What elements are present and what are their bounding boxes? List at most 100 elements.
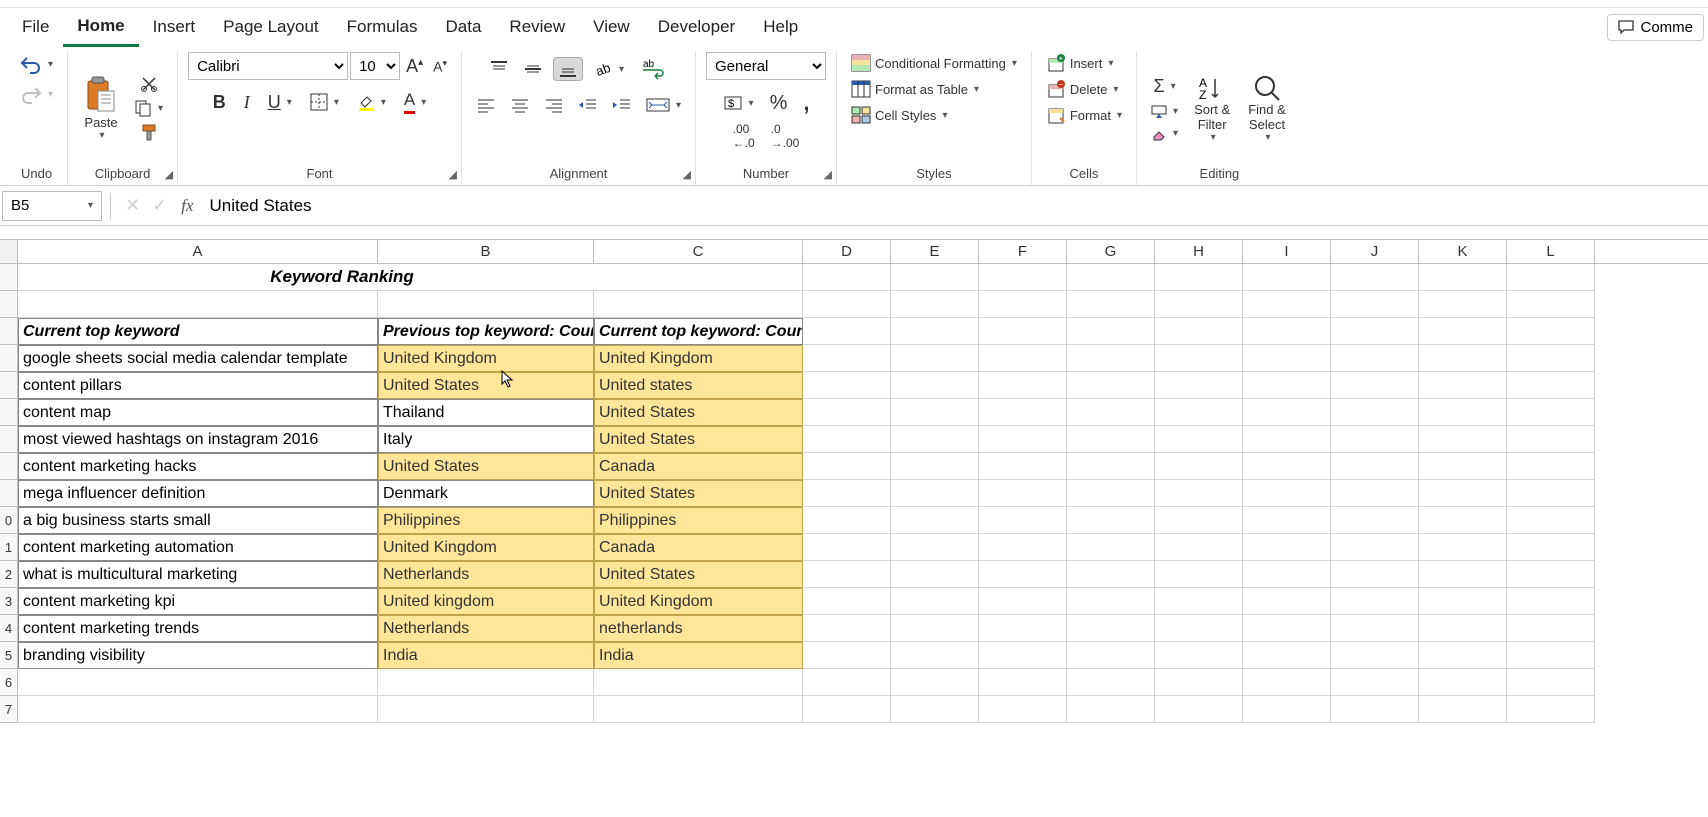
- cell[interactable]: [1507, 696, 1595, 723]
- cell[interactable]: [1155, 696, 1243, 723]
- cell[interactable]: [803, 345, 891, 372]
- cell[interactable]: [1155, 588, 1243, 615]
- cell[interactable]: [979, 534, 1067, 561]
- row-header[interactable]: 7: [0, 696, 18, 723]
- copy-button[interactable]: ▾: [130, 97, 167, 119]
- cell[interactable]: [1331, 534, 1419, 561]
- cell[interactable]: [1243, 507, 1331, 534]
- font-size-select[interactable]: 10: [350, 52, 400, 80]
- wrap-text-button[interactable]: ab: [634, 52, 672, 86]
- cell[interactable]: [1155, 561, 1243, 588]
- row-header[interactable]: 3: [0, 588, 18, 615]
- cell[interactable]: content marketing hacks: [18, 453, 378, 480]
- align-middle-button[interactable]: [519, 58, 547, 80]
- cell[interactable]: [979, 264, 1067, 291]
- tab-help[interactable]: Help: [749, 9, 812, 45]
- cell[interactable]: netherlands: [594, 615, 803, 642]
- cell[interactable]: [1243, 372, 1331, 399]
- cell[interactable]: [1507, 507, 1595, 534]
- cell[interactable]: [1331, 399, 1419, 426]
- tab-page-layout[interactable]: Page Layout: [209, 9, 332, 45]
- align-bottom-button[interactable]: [553, 57, 583, 81]
- cell[interactable]: [1331, 318, 1419, 345]
- increase-decimal-button[interactable]: .00←.0: [729, 120, 759, 152]
- cell[interactable]: [891, 345, 979, 372]
- column-header-I[interactable]: I: [1243, 240, 1331, 263]
- cell[interactable]: [1331, 669, 1419, 696]
- decrease-font-button[interactable]: A▾: [429, 56, 451, 77]
- cell[interactable]: [1067, 291, 1155, 318]
- cell[interactable]: [1507, 318, 1595, 345]
- cell[interactable]: [979, 345, 1067, 372]
- cell[interactable]: [1331, 696, 1419, 723]
- cell[interactable]: [1507, 480, 1595, 507]
- cell[interactable]: [891, 642, 979, 669]
- cell[interactable]: United States: [594, 561, 803, 588]
- cell[interactable]: Philippines: [594, 507, 803, 534]
- column-header-E[interactable]: E: [891, 240, 979, 263]
- cell[interactable]: Keyword Ranking: [18, 264, 803, 291]
- cell[interactable]: [1331, 480, 1419, 507]
- fill-color-button[interactable]: ▾: [353, 91, 390, 113]
- bold-button[interactable]: B: [209, 90, 230, 115]
- tab-review[interactable]: Review: [495, 9, 579, 45]
- align-right-button[interactable]: [540, 95, 568, 115]
- cell[interactable]: [1155, 264, 1243, 291]
- cell[interactable]: [1067, 426, 1155, 453]
- cell[interactable]: United states: [594, 372, 803, 399]
- cell[interactable]: [18, 696, 378, 723]
- cell[interactable]: [1067, 318, 1155, 345]
- paste-button[interactable]: Paste ▾: [78, 71, 124, 145]
- cell[interactable]: [1419, 615, 1507, 642]
- cell[interactable]: [1243, 615, 1331, 642]
- row-header[interactable]: [0, 399, 18, 426]
- cell[interactable]: [891, 426, 979, 453]
- row-header[interactable]: 5: [0, 642, 18, 669]
- cell[interactable]: [1243, 480, 1331, 507]
- cell[interactable]: [1155, 642, 1243, 669]
- cell[interactable]: Philippines: [378, 507, 594, 534]
- cell[interactable]: [1419, 426, 1507, 453]
- cell[interactable]: United Kingdom: [378, 534, 594, 561]
- cell[interactable]: United States: [378, 453, 594, 480]
- row-header[interactable]: [0, 291, 18, 318]
- cell[interactable]: content marketing trends: [18, 615, 378, 642]
- cell[interactable]: [1243, 345, 1331, 372]
- cell[interactable]: [1331, 291, 1419, 318]
- cell[interactable]: mega influencer definition: [18, 480, 378, 507]
- cell[interactable]: [979, 480, 1067, 507]
- cell[interactable]: [979, 291, 1067, 318]
- cell[interactable]: [891, 561, 979, 588]
- clipboard-launcher[interactable]: ◢: [165, 168, 173, 181]
- cell[interactable]: [1155, 426, 1243, 453]
- cell[interactable]: [1507, 372, 1595, 399]
- row-header[interactable]: [0, 372, 18, 399]
- cell[interactable]: [1507, 588, 1595, 615]
- cell[interactable]: most viewed hashtags on instagram 2016: [18, 426, 378, 453]
- cell[interactable]: [979, 696, 1067, 723]
- cell[interactable]: [891, 399, 979, 426]
- cell[interactable]: Previous top keyword: Country: [378, 318, 594, 345]
- cell[interactable]: [803, 264, 891, 291]
- cell[interactable]: [1243, 588, 1331, 615]
- cell[interactable]: [979, 453, 1067, 480]
- fill-button[interactable]: ▾: [1147, 103, 1182, 121]
- cell[interactable]: [1067, 588, 1155, 615]
- column-header-B[interactable]: B: [378, 240, 594, 263]
- cell[interactable]: [1067, 615, 1155, 642]
- cell[interactable]: google sheets social media calendar temp…: [18, 345, 378, 372]
- cell[interactable]: Current top keyword: [18, 318, 378, 345]
- cell[interactable]: [979, 426, 1067, 453]
- cell[interactable]: [979, 561, 1067, 588]
- cell[interactable]: [1067, 669, 1155, 696]
- tab-view[interactable]: View: [579, 9, 644, 45]
- cell[interactable]: [1067, 399, 1155, 426]
- sort-filter-button[interactable]: AZ Sort &Filter ▾: [1188, 69, 1236, 147]
- cell[interactable]: [803, 669, 891, 696]
- cell[interactable]: [594, 696, 803, 723]
- cell[interactable]: [594, 291, 803, 318]
- cell[interactable]: [1419, 642, 1507, 669]
- column-header-J[interactable]: J: [1331, 240, 1419, 263]
- row-header[interactable]: 1: [0, 534, 18, 561]
- italic-button[interactable]: I: [240, 90, 254, 115]
